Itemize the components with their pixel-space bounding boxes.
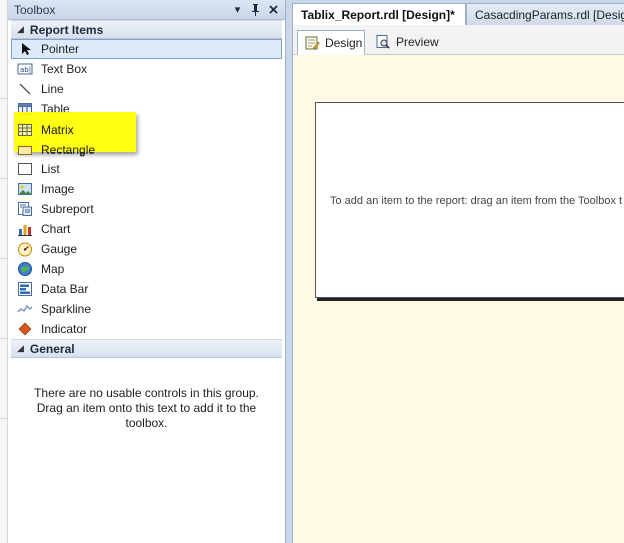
report-body[interactable]: To add an item to the report: drag an it…	[315, 102, 624, 298]
toolbox-item-label: List	[41, 162, 60, 176]
report-empty-hint: To add an item to the report: drag an it…	[330, 195, 623, 207]
indicator-icon	[17, 321, 33, 337]
pointer-icon	[17, 41, 33, 57]
toolbox-item-label: Map	[41, 262, 65, 276]
sparkline-icon	[17, 301, 33, 317]
toolbox-item-chart[interactable]: Chart	[11, 219, 282, 239]
toolbox-item-list[interactable]: List	[11, 159, 282, 179]
toolbox-item-label: Subreport	[41, 202, 94, 216]
textbox-icon: ab|	[17, 61, 33, 77]
toolbox-item-image[interactable]: Image	[11, 179, 282, 199]
toolbox-item-label: Gauge	[41, 242, 78, 256]
preview-icon	[375, 34, 391, 50]
toolbox-item-sparkline[interactable]: Sparkline	[11, 299, 282, 319]
toolbox-item-label: Image	[41, 182, 75, 196]
rectangle-icon	[17, 142, 33, 158]
tab-label: Design	[325, 35, 363, 50]
strip-tick	[0, 338, 8, 339]
chart-icon	[17, 221, 33, 237]
design-icon	[304, 35, 320, 51]
design-canvas[interactable]: To add an item to the report: drag an it…	[293, 55, 624, 543]
toolbox-panel: Toolbox ▾ ◢ Report Items Pointer ab| Tex…	[8, 0, 286, 543]
toolbox-title: Toolbox	[14, 2, 56, 17]
pin-icon[interactable]	[250, 3, 261, 17]
subreport-icon	[17, 201, 33, 217]
tab-preview[interactable]: Preview	[369, 30, 441, 53]
view-tab-strip: Design Preview	[293, 25, 624, 55]
toolbox-item-label: Rectangle	[41, 143, 96, 157]
tab-cascading-params[interactable]: CasacdingParams.rdl [Design]	[466, 3, 624, 25]
document-tab-strip: Tablix_Report.rdl [Design]* CasacdingPar…	[286, 0, 624, 26]
empty-group-message[interactable]: There are no usable controls in this gro…	[22, 386, 271, 431]
document-area: Tablix_Report.rdl [Design]* CasacdingPar…	[286, 0, 624, 543]
toolbox-titlebar[interactable]: Toolbox ▾	[8, 0, 285, 20]
close-icon[interactable]	[268, 3, 279, 17]
tab-label: Preview	[396, 34, 439, 49]
gauge-icon	[17, 241, 33, 257]
toolbox-item-label: Sparkline	[41, 302, 92, 316]
tab-design[interactable]: Design	[297, 30, 365, 55]
toolbox-item-map[interactable]: Map	[11, 259, 282, 279]
toolbox-item-textbox[interactable]: ab| Text Box	[11, 59, 282, 79]
toolbox-item-indicator[interactable]: Indicator	[11, 319, 282, 339]
toolbox-item-databar[interactable]: Data Bar	[11, 279, 282, 299]
strip-tick	[0, 418, 8, 419]
map-icon	[17, 261, 33, 277]
tab-tablix-report[interactable]: Tablix_Report.rdl [Design]*	[292, 3, 466, 25]
matrix-icon	[17, 122, 33, 138]
list-icon	[17, 161, 33, 177]
toolbox-item-label: Text Box	[41, 62, 88, 76]
svg-text:ab|: ab|	[20, 66, 31, 74]
left-dock-strip	[0, 0, 8, 543]
toolbox-item-rectangle-overlay[interactable]: Rectangle	[11, 140, 281, 160]
toolbox-window-controls: ▾	[232, 3, 279, 17]
image-icon	[17, 181, 33, 197]
group-label: Report Items	[29, 22, 104, 37]
group-header-report-items[interactable]: ◢ Report Items	[11, 20, 282, 39]
collapse-triangle-icon: ◢	[17, 24, 24, 34]
toolbox-item-line[interactable]: Line	[11, 79, 282, 99]
databar-icon	[17, 281, 33, 297]
document-body: Design Preview To add an item to the rep…	[292, 25, 624, 543]
group-label: General	[29, 341, 75, 356]
strip-tick	[0, 258, 8, 259]
tab-label: Tablix_Report.rdl [Design]*	[301, 7, 455, 22]
toolbox-item-subreport[interactable]: Subreport	[11, 199, 282, 219]
strip-tick	[0, 178, 8, 179]
report-items-list: Pointer ab| Text Box Line Table Matrix R…	[11, 39, 282, 339]
toolbox-item-pointer[interactable]: Pointer	[11, 39, 282, 59]
toolbox-item-gauge[interactable]: Gauge	[11, 239, 282, 259]
highlight-overlay-rows: Matrix Rectangle	[11, 120, 281, 160]
toolbox-item-label: Chart	[41, 222, 71, 236]
strip-tick	[0, 98, 8, 99]
tab-label: CasacdingParams.rdl [Design]	[475, 7, 624, 22]
line-icon	[17, 81, 33, 97]
toolbox-item-matrix-overlay[interactable]: Matrix	[11, 120, 281, 140]
toolbox-item-label: Matrix	[41, 123, 74, 137]
toolbox-item-label: Indicator	[41, 322, 88, 336]
collapse-triangle-icon: ◢	[17, 343, 24, 353]
toolbox-item-label: Pointer	[41, 42, 80, 56]
window-position-dropdown-icon[interactable]: ▾	[232, 3, 243, 17]
toolbox-item-label: Data Bar	[41, 282, 89, 296]
toolbox-item-label: Line	[41, 82, 64, 96]
group-header-general[interactable]: ◢ General	[11, 339, 282, 358]
